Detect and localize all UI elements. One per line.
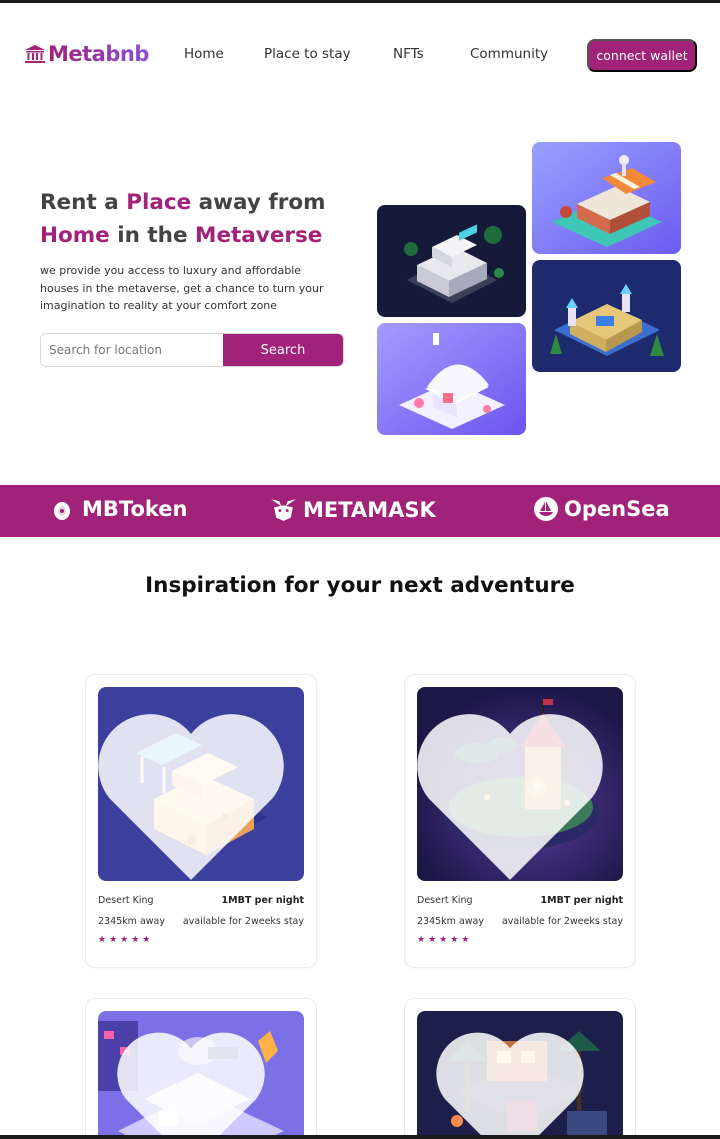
heart-favorite-icon[interactable] xyxy=(417,1021,613,1139)
nav-link-nfts[interactable]: NFTs xyxy=(393,46,424,62)
partner-mbtoken[interactable]: MBToken xyxy=(52,497,187,521)
listing-card[interactable] xyxy=(85,998,317,1139)
metamask-fox-icon xyxy=(271,499,296,521)
window-top-edge xyxy=(0,0,720,3)
mbtoken-icon xyxy=(54,502,70,520)
listing-card[interactable]: Desert King 1MBT per night 2345km away a… xyxy=(85,674,317,968)
listing-name: Desert King xyxy=(98,895,154,906)
hero-title-part: Rent a xyxy=(40,190,127,215)
heart-favorite-icon[interactable] xyxy=(98,697,294,881)
listing-distance: 2345km away xyxy=(98,916,165,927)
partners-banner: MBToken METAMASK OpenSea xyxy=(0,485,720,537)
listing-price: 1MBT per night xyxy=(221,895,304,906)
partner-name: OpenSea xyxy=(564,497,670,521)
hero-image-castle xyxy=(532,260,681,372)
location-search-input[interactable] xyxy=(41,334,223,366)
listing-availability: available for 2weeks stay xyxy=(501,916,623,927)
listing-rating-stars: ★★★★★ xyxy=(98,934,154,944)
hero-title-part: in the xyxy=(109,223,196,248)
heart-favorite-icon[interactable] xyxy=(98,1021,294,1139)
partner-opensea[interactable]: OpenSea xyxy=(534,497,670,521)
hero-image-market-stall xyxy=(532,142,681,254)
listing-image-tropical-night-house xyxy=(417,1011,623,1139)
hero-title-accent: Metaverse xyxy=(195,223,323,248)
listing-card[interactable]: Desert King 1MBT per night 2345km away a… xyxy=(404,674,636,968)
connect-wallet-button[interactable]: connect wallet xyxy=(587,39,697,72)
window-bottom-edge xyxy=(0,1135,720,1139)
partner-name: METAMASK xyxy=(303,497,436,522)
museum-building-icon xyxy=(25,45,45,63)
listing-availability: available for 2weeks stay xyxy=(182,916,304,927)
hero-title-accent: Place xyxy=(126,190,192,215)
opensea-boat-icon xyxy=(534,497,558,521)
listing-image-lantern-island xyxy=(417,687,623,881)
partner-metamask[interactable]: METAMASK xyxy=(270,497,436,522)
hero-title: Rent a Place away from Home in the Metav… xyxy=(40,186,360,252)
listing-rating-stars: ★★★★★ xyxy=(417,934,473,944)
hero-title-part: away from xyxy=(191,190,326,215)
location-search-form: Search xyxy=(40,333,344,367)
hero-description: we provide you access to luxury and affo… xyxy=(40,264,324,312)
brand-name: Metabnb xyxy=(48,42,149,66)
brand-logo[interactable]: Metabnb xyxy=(24,42,149,66)
section-title: Inspiration for your next adventure xyxy=(145,573,575,598)
heart-favorite-icon[interactable] xyxy=(417,697,613,881)
listing-card[interactable] xyxy=(404,998,636,1139)
listing-name: Desert King xyxy=(417,895,473,906)
hero-image-modern-villa xyxy=(377,205,526,317)
listing-distance: 2345km away xyxy=(417,916,484,927)
listing-price: 1MBT per night xyxy=(540,895,623,906)
partner-name: MBToken xyxy=(82,497,188,521)
hero-image-snow-cabin xyxy=(377,323,526,435)
hero-title-accent: Home xyxy=(40,223,110,248)
nav-link-community[interactable]: Community xyxy=(470,46,548,62)
top-navigation: Metabnb Home Place to stay NFTs Communit… xyxy=(0,36,720,74)
nav-link-home[interactable]: Home xyxy=(184,46,224,62)
listing-image-observatory-house xyxy=(98,1011,304,1139)
search-button[interactable]: Search xyxy=(223,334,343,366)
nav-link-place-to-stay[interactable]: Place to stay xyxy=(264,46,351,62)
listing-image-desert-house xyxy=(98,687,304,881)
